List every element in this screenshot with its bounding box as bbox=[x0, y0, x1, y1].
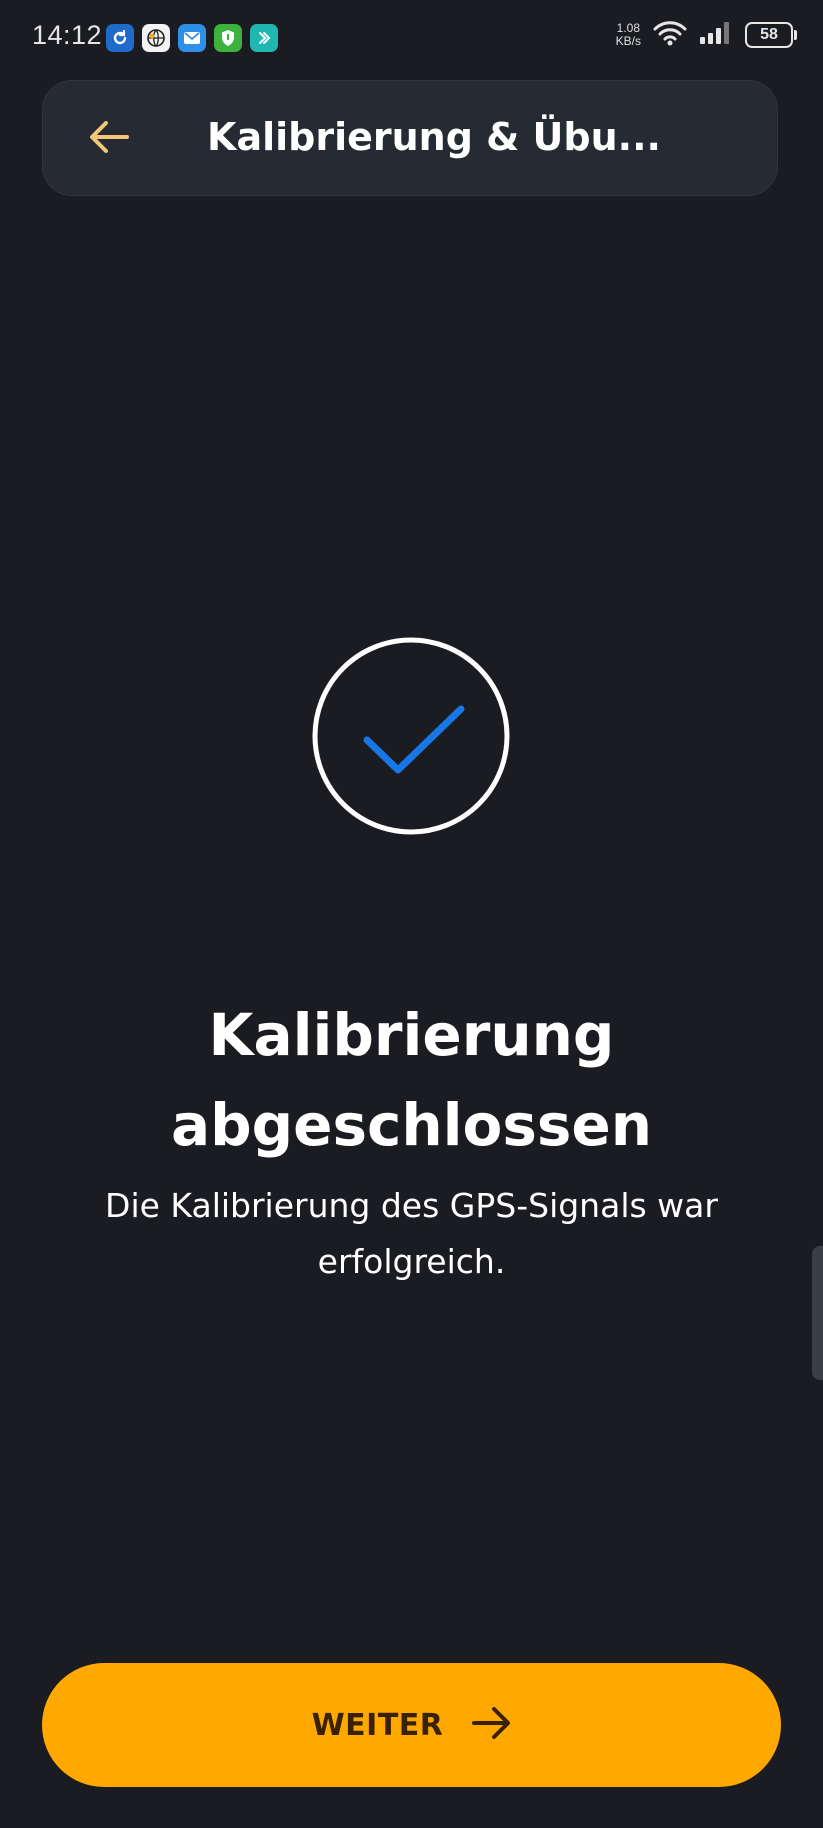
mail-icon bbox=[178, 24, 206, 52]
network-speed: 1.08 KB/s bbox=[616, 22, 641, 48]
checkmark-icon bbox=[312, 637, 510, 839]
status-indicators: 1.08 KB/s 58 bbox=[616, 20, 797, 50]
edge-panel-handle[interactable] bbox=[812, 1246, 823, 1380]
network-speed-unit: KB/s bbox=[615, 34, 641, 48]
page-title: Kalibrierung & Übu... bbox=[207, 115, 661, 159]
app-header: Kalibrierung & Übu... bbox=[42, 80, 778, 196]
wifi-icon bbox=[653, 20, 687, 50]
status-bar: 14:12 1.08 KB/s 58 bbox=[0, 0, 823, 76]
arrow-left-icon bbox=[89, 120, 129, 158]
notification-icons bbox=[106, 24, 278, 52]
arrow-right-icon bbox=[471, 1706, 511, 1744]
continue-button[interactable]: WEITER bbox=[42, 1663, 781, 1787]
app-icon bbox=[250, 24, 278, 52]
battery-level: 58 bbox=[760, 26, 778, 43]
battery-icon: 58 bbox=[745, 22, 797, 48]
success-title: Kalibrierung abgeschlossen bbox=[170, 1001, 653, 1159]
continue-button-label: WEITER bbox=[311, 1707, 444, 1743]
success-check bbox=[312, 637, 510, 835]
shield-icon bbox=[214, 24, 242, 52]
globe-icon bbox=[142, 24, 170, 52]
status-time: 14:12 bbox=[32, 20, 103, 50]
success-message: Die Kalibrierung des GPS-Signals war erf… bbox=[105, 1186, 718, 1281]
signal-icon bbox=[699, 21, 733, 49]
back-button[interactable] bbox=[83, 113, 135, 165]
sync-icon bbox=[106, 24, 134, 52]
